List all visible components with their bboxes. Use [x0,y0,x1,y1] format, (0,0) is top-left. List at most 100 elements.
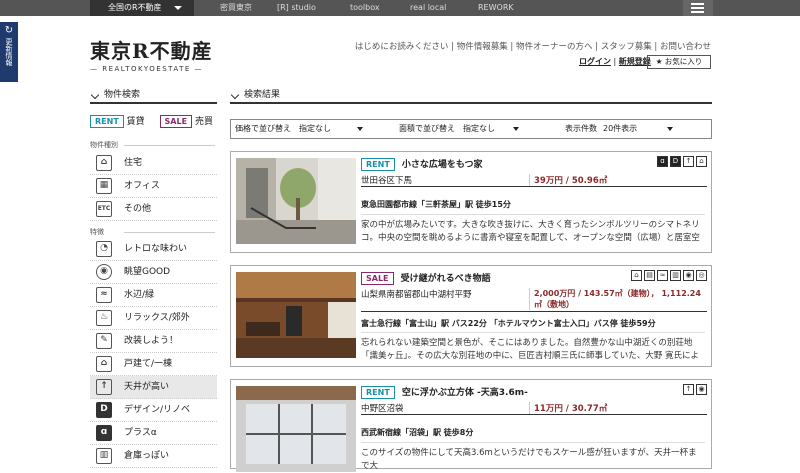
type-item-other[interactable]: ETC その他 [90,198,217,221]
sort-filter-bar: 価格で並び替え 指定なし 面積で並び替え 指定なし 表示件数 20件表示 [230,119,712,139]
listing-card[interactable]: RENT 小さな広場をもつ家 ɑ D ↑ ⌂ 世田谷区下馬 39万円 / 50.96㎡… [230,151,712,253]
listing-title-text: 受け継がれるべき物語 [400,274,491,284]
detached-house-icon: ⌂ [696,156,707,167]
sale-tag[interactable]: SALE [159,115,193,128]
feature-item-detached[interactable]: ⌂ 戸建て/一棟 [90,353,217,376]
site-logo[interactable]: 東京R不動産 — REALTOKYOESTATE — [90,40,220,73]
listing-description: 家の中が広場みたいです。大きな吹き抜けに、大きく育ったシンボルツリーのシマトネリ… [361,214,705,245]
feature-item-renovate[interactable]: ✎ 改装しよう！ [90,330,217,353]
top-link-rework[interactable]: REWORK [478,0,514,16]
property-search-title: 物件検索 [104,90,141,100]
warehouse-icon: ▥ [670,270,681,281]
design-icon: D [670,156,681,167]
feature-label: 眺望GOOD [124,267,171,277]
bath-icon: ♨ [96,310,112,326]
retro-icon: ◔ [96,241,112,257]
type-label: オフィス [124,181,160,191]
warehouse-icon: ▥ [96,448,112,464]
region-selector[interactable]: 全国のR不動産 [90,0,194,16]
design-icon: D [96,402,112,418]
search-results-title: 検索結果 [244,90,281,100]
feature-group-label: 特徴 [90,227,215,237]
type-item-office[interactable]: ▦ オフィス [90,175,217,198]
top-link-toolbox[interactable]: toolbox [350,0,380,16]
feature-label: レトロな味わい [124,244,188,254]
type-label: 住宅 [124,158,143,168]
sale-label[interactable]: 売買 [195,117,213,127]
refresh-icon: ↻ [4,25,14,36]
listing-card[interactable]: SALE 受け継がれるべき物語 ⌂ ▤ ≈ ▥ ◉ ◎ 山梨県南都留郡山中湖村平野 2,0… [230,265,712,367]
retro-icon: ▤ [644,270,655,281]
listing-location: 中野区沼袋 [361,404,404,414]
feature-label: プラスα [124,428,157,438]
listing-info-row: 山梨県南都留郡山中湖村平野 2,000万円 / 143.57㎡（建物）， 1,1… [361,286,707,312]
waterside-icon: ≈ [96,287,112,303]
favorites-button[interactable]: ★ お気に入り [647,55,711,69]
top-bar: 全国のR不動産 密買東京 [R] studio toolbox real loc… [0,0,800,16]
eye-icon: ◉ [696,384,707,395]
top-link-real-local[interactable]: real local [410,0,446,16]
listing-price: 39万円 / 50.96㎡ [529,174,607,186]
plus-alpha-icon: ɑ [96,425,112,441]
detached-house-icon: ⌂ [96,356,112,372]
eye-icon: ◉ [683,270,694,281]
property-type-group-label: 物件種別 [90,140,215,150]
listing-title[interactable]: SALE 受け継がれるべき物語 [361,271,491,285]
feature-item-plus-alpha[interactable]: ɑ プラスα [90,422,217,445]
house-icon: ⌂ [96,155,112,171]
listing-feature-icons: ↑ ◉ [681,384,707,395]
count-label: 表示件数 [565,124,597,133]
hamburger-menu-icon[interactable] [683,0,713,16]
chevron-down-icon [230,90,240,100]
feature-item-retro[interactable]: ◔ レトロな味わい [90,238,217,261]
logo-japanese: 東京R不動産 [90,39,213,63]
feature-item-view[interactable]: ◉ 眺望GOOD [90,261,217,284]
listing-photo[interactable] [236,158,356,244]
high-ceiling-icon: ↑ [96,379,112,395]
chevron-down-icon [90,90,100,100]
listing-station: 西武新宿線「沼袋」駅 徒歩8分 [361,428,474,437]
header-nav-links[interactable]: はじめにお読みください | 物件情報募集 | 物件オーナーの方へ | スタッフ募… [355,40,711,52]
feature-item-warehouse[interactable]: ▥ 倉庫っぽい [90,445,217,468]
listing-description: 忘れられない建築空間と景色が、そこにはありました。自然豊かな山中湖近くの別荘地「… [361,332,705,363]
feature-item-waterside[interactable]: ≈ 水辺/緑 [90,284,217,307]
type-item-house[interactable]: ⌂ 住宅 [90,152,217,175]
feature-label: 天井が高い [124,382,170,392]
feature-label: デザイン/リノベ [124,405,191,415]
chevron-down-icon[interactable] [513,127,519,131]
listing-feature-icons: ɑ D ↑ ⌂ [655,156,707,167]
login-link[interactable]: ログイン [579,57,611,66]
feature-list: ◔ レトロな味わい ◉ 眺望GOOD ≈ 水辺/緑 ♨ リラックス/郊外 ✎ 改… [90,238,217,468]
feature-label: 水辺/緑 [124,290,155,300]
rent-label[interactable]: 賃貸 [127,117,145,127]
waterside-icon: ≈ [657,270,668,281]
account-links: ログイン | 新規登録 [579,57,651,66]
top-link-r-studio[interactable]: [R] studio [277,0,316,16]
chevron-down-icon[interactable] [357,127,363,131]
chevron-down-icon[interactable] [667,127,673,131]
listing-photo[interactable] [236,386,356,472]
house-icon: ⌂ [631,270,642,281]
rent-sale-toggle: RENT 賃貸 SALE 売買 [90,114,213,128]
updates-tab-label: 更新情報 [5,38,13,66]
eye-icon: ◉ [96,264,112,280]
listing-photo[interactable] [236,272,356,358]
count-select[interactable]: 20件表示 [603,120,637,138]
bath-icon: ◎ [696,270,707,281]
sort-area-select[interactable]: 面積で並び替え 指定なし [399,120,495,138]
feature-item-design[interactable]: D デザイン/リノベ [90,399,217,422]
register-link[interactable]: 新規登録 [619,57,651,66]
property-search-header: 物件検索 [90,88,217,104]
type-label: その他 [124,204,152,214]
rent-tag[interactable]: RENT [90,115,124,128]
top-link-mitsubai[interactable]: 密買東京 [220,0,252,16]
feature-item-relax[interactable]: ♨ リラックス/郊外 [90,307,217,330]
listing-tag: RENT [361,158,395,171]
feature-item-high-ceiling[interactable]: ↑ 天井が高い [90,376,217,399]
updates-tab[interactable]: ↻ 更新情報 [0,22,18,82]
listing-info-row: 世田谷区下馬 39万円 / 50.96㎡ [361,172,707,187]
listing-title[interactable]: RENT 空に浮かぶ立方体 -天高3.6m- [361,385,528,399]
sort-price-select[interactable]: 価格で並び替え 指定なし [235,120,331,138]
feature-label: 改装しよう！ [124,336,179,346]
listing-title[interactable]: RENT 小さな広場をもつ家 [361,157,483,171]
